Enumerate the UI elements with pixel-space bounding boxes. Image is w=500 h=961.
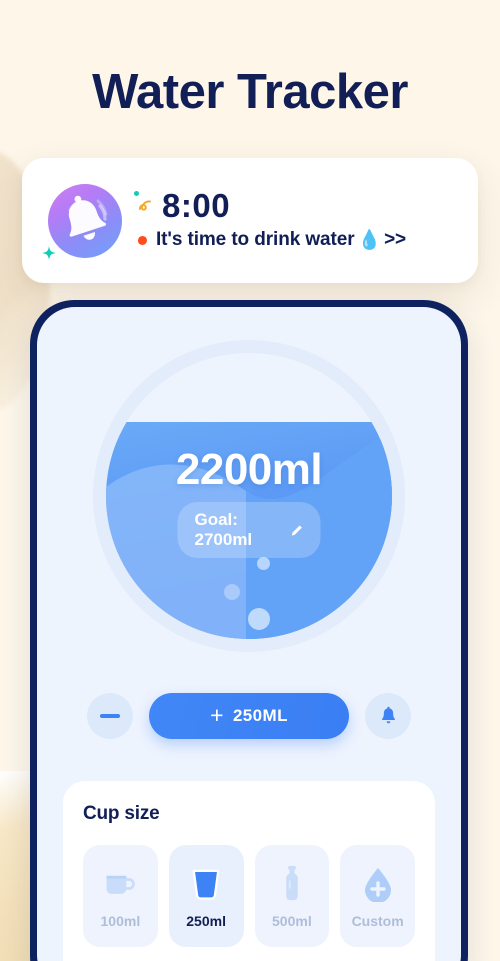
cup-size-card: Cup size 100ml 250ml 500ml Custom <box>63 781 435 961</box>
notification-message-text: It's time to drink water <box>156 229 355 251</box>
decrease-button[interactable] <box>87 693 133 739</box>
bell-icon <box>381 706 395 723</box>
notification-message: It's time to drink water 💧 >> <box>156 228 406 252</box>
notification-texts: 8:00 It's time to drink water 💧 >> <box>138 186 406 253</box>
swirl-decoration-icon <box>139 200 151 211</box>
cup-size-grid: 100ml 250ml 500ml Custom <box>83 845 415 947</box>
add-water-button[interactable]: + 250ML <box>149 693 349 739</box>
notification-message-row: It's time to drink water 💧 >> <box>138 228 406 252</box>
action-row: + 250ML <box>37 693 461 739</box>
water-amount: 2200ml <box>175 445 323 494</box>
goal-label: Goal: 2700ml <box>194 510 253 549</box>
bubble-small-icon <box>257 557 270 570</box>
add-water-label: 250ML <box>232 706 288 725</box>
cup-option-100ml[interactable]: 100ml <box>83 845 158 947</box>
teal-sparkle-icon <box>42 245 56 260</box>
goal-pill[interactable]: Goal: 2700ml <box>177 502 321 558</box>
phone-frame: 2200ml Goal: 2700ml + 250ML Cup size 100… <box>30 300 468 961</box>
bubble-large-icon <box>248 608 270 630</box>
page-title: Water Tracker <box>92 65 408 119</box>
reminder-button[interactable] <box>365 693 411 739</box>
notification-chevrons: >> <box>384 229 407 251</box>
teal-dot-decoration-icon <box>134 190 139 196</box>
plus-icon: + <box>210 701 224 728</box>
cup-size-title: Cup size <box>83 803 160 824</box>
bottle-icon <box>280 864 304 904</box>
orange-dot-icon <box>138 235 147 245</box>
minus-icon <box>100 714 120 718</box>
water-drop-emoji-icon: 💧 <box>357 230 382 252</box>
mug-icon <box>102 864 138 904</box>
pencil-icon <box>292 524 303 536</box>
bell-icon <box>68 195 108 240</box>
notification-avatar-wrap <box>42 183 139 260</box>
droplet-plus-icon <box>362 864 394 904</box>
cup-option-label: 100ml <box>100 912 141 929</box>
notification-time-row: 8:00 <box>138 186 406 224</box>
cup-option-label: Custom <box>351 912 404 929</box>
phone-screen: 2200ml Goal: 2700ml + 250ML Cup size 100… <box>37 307 461 961</box>
cup-option-label: 500ml <box>272 912 312 929</box>
cup-option-500ml[interactable]: 500ml <box>254 845 330 947</box>
bubble-medium-icon <box>224 584 240 600</box>
avatar <box>48 183 122 258</box>
water-circle: 2200ml Goal: 2700ml <box>106 353 392 639</box>
water-progress-widget[interactable]: 2200ml Goal: 2700ml <box>93 340 405 652</box>
cup-icon <box>190 864 222 904</box>
notification-card[interactable]: 8:00 It's time to drink water 💧 >> <box>22 158 478 283</box>
cup-option-250ml[interactable]: 250ml <box>168 845 244 947</box>
cup-option-custom[interactable]: Custom <box>340 845 415 947</box>
notification-time: 8:00 <box>162 186 231 224</box>
cup-option-label: 250ml <box>186 912 226 929</box>
